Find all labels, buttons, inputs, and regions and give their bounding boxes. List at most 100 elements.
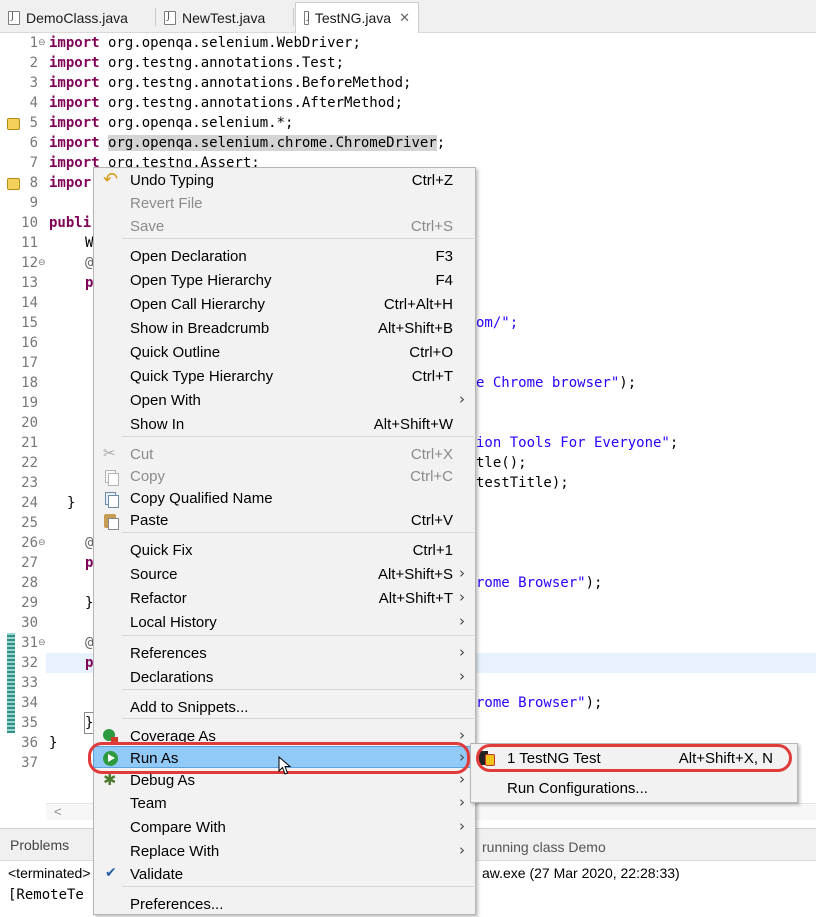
menu-item-references[interactable]: References › xyxy=(94,642,475,666)
menu-item-open-declaration[interactable]: Open Declaration F3 xyxy=(94,245,475,269)
menu-item-compare-with[interactable]: Compare With › xyxy=(94,816,475,840)
menu-item-source[interactable]: Source Alt+Shift+S › xyxy=(94,563,475,587)
menu-item-show-in-breadcrumb[interactable]: Show in Breadcrumb Alt+Shift+B xyxy=(94,317,475,341)
mouse-cursor-icon xyxy=(278,756,292,775)
fold-collapse-icon[interactable]: ⊖ xyxy=(38,533,46,553)
menu-item-open-call-hierarchy[interactable]: Open Call Hierarchy Ctrl+Alt+H xyxy=(94,293,475,317)
line-number: 5 xyxy=(29,115,38,131)
menu-item-quick-type-hierarchy[interactable]: Quick Type Hierarchy Ctrl+T xyxy=(94,365,475,389)
annotation-ring xyxy=(476,744,792,772)
menu-item-label: Run Configurations... xyxy=(507,780,648,797)
menu-item-shortcut: Ctrl+S xyxy=(410,218,453,235)
fold-collapse-icon[interactable]: ⊖ xyxy=(38,633,46,653)
line-number: 29 xyxy=(21,595,38,611)
tab-newtest[interactable]: NewTest.java xyxy=(156,2,294,33)
menu-item-validate[interactable]: Validate xyxy=(94,863,475,887)
line-number: 23 xyxy=(21,475,38,491)
code-line: import org.testng.annotations.AfterMetho… xyxy=(49,95,404,111)
menu-item-replace-with[interactable]: Replace With › xyxy=(94,840,475,864)
tab-problems[interactable]: Problems xyxy=(10,837,69,853)
menu-item-copy[interactable]: Copy Ctrl+C xyxy=(94,465,475,489)
line-number: 24 xyxy=(21,495,38,511)
menu-item-save[interactable]: Save Ctrl+S xyxy=(94,215,475,239)
line-number: 37 xyxy=(21,755,38,771)
menu-item-label: Team xyxy=(130,795,167,812)
chevron-right-icon: › xyxy=(459,588,465,606)
menu-item-shortcut: Alt+Shift+W xyxy=(373,416,453,433)
line-number: 35 xyxy=(21,715,38,731)
menu-item-label: Validate xyxy=(130,866,184,883)
menu-item-preferences[interactable]: Preferences... xyxy=(94,893,475,917)
menu-item-team[interactable]: Team › xyxy=(94,792,475,816)
menu-item-label: Save xyxy=(130,218,165,235)
process-info: aw.exe (27 Mar 2020, 22:28:33) xyxy=(482,865,680,881)
menu-item-open-with[interactable]: Open With › xyxy=(94,389,475,413)
code-line: impor xyxy=(49,175,92,191)
line-number: 6 xyxy=(29,135,38,151)
chevron-right-icon: › xyxy=(459,793,465,811)
menu-item-undo-typing[interactable]: Undo Typing Ctrl+Z xyxy=(94,169,475,193)
line-number: 11 xyxy=(21,235,38,251)
menu-item-label: Quick Fix xyxy=(130,542,193,559)
line-number: 10 xyxy=(21,215,38,231)
close-icon[interactable]: ✕ xyxy=(399,10,410,26)
chevron-right-icon: › xyxy=(459,643,465,661)
menu-item-open-type-hierarchy[interactable]: Open Type Hierarchy F4 xyxy=(94,269,475,293)
menu-item-copy-qualified-name[interactable]: Copy Qualified Name xyxy=(94,487,475,511)
fold-collapse-icon[interactable]: ⊖ xyxy=(38,33,46,53)
menu-item-revert-file[interactable]: Revert File xyxy=(94,192,475,216)
menu-item-local-history[interactable]: Local History › xyxy=(94,611,475,635)
code-line: import org.openqa.selenium.*; xyxy=(49,115,294,131)
menu-item-shortcut: F3 xyxy=(435,248,453,265)
code-line: } xyxy=(49,735,58,751)
undo-icon xyxy=(103,169,119,190)
menu-item-label: Preferences... xyxy=(130,896,224,913)
tab-label: NewTest.java xyxy=(182,9,266,26)
menu-item-shortcut: Ctrl+T xyxy=(411,368,453,385)
java-file-icon xyxy=(8,10,20,25)
menu-item-add-to-snippets[interactable]: Add to Snippets... xyxy=(94,696,475,720)
menu-item-shortcut: Ctrl+V xyxy=(410,512,453,529)
line-number: 32 xyxy=(21,655,38,671)
check-icon xyxy=(103,865,119,883)
chevron-right-icon: › xyxy=(459,817,465,835)
menu-item-label: Open Call Hierarchy xyxy=(130,296,266,313)
menu-item-label: Undo Typing xyxy=(130,172,214,189)
code-line: tle(); xyxy=(476,455,527,471)
line-number: 19 xyxy=(21,395,38,411)
line-number: 25 xyxy=(21,515,38,531)
code-line: rome Browser"); xyxy=(476,695,603,711)
java-file-icon xyxy=(304,11,310,25)
context-menu: Undo Typing Ctrl+Z Revert File Save Ctrl+S Op… xyxy=(93,167,476,915)
debug-icon xyxy=(103,770,119,789)
chevron-right-icon: › xyxy=(459,667,465,685)
code-line: rome Browser"); xyxy=(476,575,603,591)
menu-item-show-in[interactable]: Show In Alt+Shift+W xyxy=(94,413,475,437)
menu-item-declarations[interactable]: Declarations › xyxy=(94,666,475,690)
line-number: 20 xyxy=(21,415,38,431)
menu-item-quick-outline[interactable]: Quick Outline Ctrl+O xyxy=(94,341,475,365)
tab-democlass[interactable]: DemoClass.java xyxy=(0,2,156,33)
line-number: 18 xyxy=(21,375,38,391)
line-number: 33 xyxy=(21,675,38,691)
line-number: 26 xyxy=(21,535,38,551)
menu-item-paste[interactable]: Paste Ctrl+V xyxy=(94,509,475,533)
java-file-icon xyxy=(164,10,176,25)
tab-label: TestNG.java xyxy=(314,10,392,26)
menu-item-refactor[interactable]: Refactor Alt+Shift+T › xyxy=(94,587,475,611)
tab-testng[interactable]: TestNG.java ✕ xyxy=(295,2,419,33)
menu-item-label: Add to Snippets... xyxy=(130,699,249,716)
code-line: } xyxy=(67,495,76,511)
line-number: 1 xyxy=(29,35,38,51)
line-number: 2 xyxy=(29,55,38,71)
menu-item-cut[interactable]: Cut Ctrl+X xyxy=(94,443,475,467)
menu-item-label: Copy Qualified Name xyxy=(130,490,273,507)
menu-item-run-configurations[interactable]: Run Configurations... xyxy=(471,776,797,802)
code-line: om/"; xyxy=(476,315,519,331)
menu-item-quick-fix[interactable]: Quick Fix Ctrl+1 xyxy=(94,539,475,563)
scroll-left-icon[interactable]: < xyxy=(54,804,62,819)
menu-item-label: Open Type Hierarchy xyxy=(130,272,272,289)
line-number: 8 xyxy=(29,175,38,191)
menu-item-shortcut: Alt+Shift+T xyxy=(378,590,453,607)
fold-collapse-icon[interactable]: ⊖ xyxy=(38,253,46,273)
